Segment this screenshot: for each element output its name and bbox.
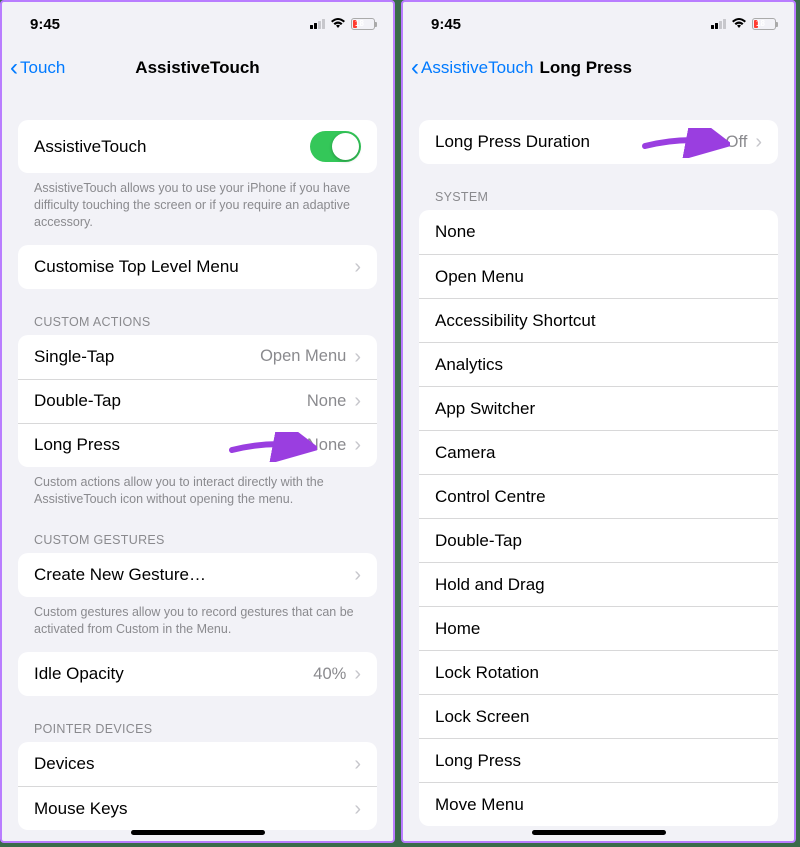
row-label: Lock Screen bbox=[435, 707, 762, 727]
row-label: Accessibility Shortcut bbox=[435, 311, 762, 331]
battery-icon: 18 bbox=[351, 18, 375, 30]
section-footer: Custom gestures allow you to record gest… bbox=[18, 597, 377, 638]
system-action-row[interactable]: Camera bbox=[419, 430, 778, 474]
settings-list: AssistiveTouch AssistiveTouch allows you… bbox=[2, 90, 393, 831]
single-tap-row[interactable]: Single-Tap Open Menu › bbox=[18, 335, 377, 379]
cellular-signal-icon bbox=[310, 19, 325, 29]
back-button[interactable]: ‹ AssistiveTouch bbox=[411, 58, 533, 78]
nav-bar: ‹ Touch AssistiveTouch bbox=[2, 46, 393, 90]
system-action-row[interactable]: Control Centre bbox=[419, 474, 778, 518]
row-label: Hold and Drag bbox=[435, 575, 762, 595]
long-press-row[interactable]: Long Press None › bbox=[18, 423, 377, 467]
system-action-row[interactable]: Move Menu bbox=[419, 782, 778, 826]
clock: 9:45 bbox=[431, 16, 461, 33]
devices-row[interactable]: Devices › bbox=[18, 742, 377, 786]
battery-icon: 18 bbox=[752, 18, 776, 30]
row-label: Idle Opacity bbox=[34, 664, 313, 684]
back-label: AssistiveTouch bbox=[421, 58, 533, 78]
row-label: Double-Tap bbox=[435, 531, 762, 551]
section-header: SYSTEM bbox=[419, 184, 778, 210]
row-value: 40% bbox=[313, 665, 346, 684]
system-actions-list: None Open Menu Accessibility Shortcut Analy… bbox=[419, 210, 778, 826]
row-label: AssistiveTouch bbox=[34, 137, 310, 157]
section-footer: Custom actions allow you to interact dir… bbox=[18, 467, 377, 508]
row-label: Long Press bbox=[34, 435, 307, 455]
idle-opacity-row[interactable]: Idle Opacity 40% › bbox=[18, 652, 377, 696]
wifi-icon bbox=[731, 16, 747, 32]
double-tap-row[interactable]: Double-Tap None › bbox=[18, 379, 377, 423]
row-label: Single-Tap bbox=[34, 347, 260, 367]
customise-top-level-menu-row[interactable]: Customise Top Level Menu › bbox=[18, 245, 377, 289]
clock: 9:45 bbox=[30, 16, 60, 33]
row-label: Open Menu bbox=[435, 267, 762, 287]
assistivetouch-toggle-row[interactable]: AssistiveTouch bbox=[18, 120, 377, 173]
back-label: Touch bbox=[20, 58, 65, 78]
section-header: POINTER DEVICES bbox=[18, 716, 377, 742]
section-footer: AssistiveTouch allows you to use your iP… bbox=[18, 173, 377, 231]
system-action-row[interactable]: Lock Rotation bbox=[419, 650, 778, 694]
nav-bar: ‹ AssistiveTouch Long Press bbox=[403, 46, 794, 90]
status-icons: 18 bbox=[711, 16, 776, 32]
system-action-row[interactable]: Accessibility Shortcut bbox=[419, 298, 778, 342]
row-value: Off bbox=[726, 133, 748, 152]
switch-on[interactable] bbox=[310, 131, 361, 162]
section-header: CUSTOM GESTURES bbox=[18, 527, 377, 553]
row-label: Mouse Keys bbox=[34, 799, 354, 819]
row-value: None bbox=[307, 392, 346, 411]
section-header: CUSTOM ACTIONS bbox=[18, 309, 377, 335]
system-action-row[interactable]: Open Menu bbox=[419, 254, 778, 298]
long-press-settings-screen: 9:45 18 ‹ AssistiveTouch Long Press Long… bbox=[401, 0, 796, 843]
row-label: Camera bbox=[435, 443, 762, 463]
back-button[interactable]: ‹ Touch bbox=[10, 58, 65, 78]
row-label: None bbox=[435, 222, 762, 242]
system-action-row[interactable]: Lock Screen bbox=[419, 694, 778, 738]
create-new-gesture-row[interactable]: Create New Gesture… › bbox=[18, 553, 377, 597]
status-icons: 18 bbox=[310, 16, 375, 32]
page-title: Long Press bbox=[539, 58, 632, 78]
wifi-icon bbox=[330, 16, 346, 32]
row-label: Lock Rotation bbox=[435, 663, 762, 683]
row-label: Customise Top Level Menu bbox=[34, 257, 354, 277]
cellular-signal-icon bbox=[711, 19, 726, 29]
row-label: Double-Tap bbox=[34, 391, 307, 411]
status-bar: 9:45 18 bbox=[2, 2, 393, 46]
row-label: Control Centre bbox=[435, 487, 762, 507]
system-action-row[interactable]: Hold and Drag bbox=[419, 562, 778, 606]
home-indicator[interactable] bbox=[131, 830, 265, 835]
mouse-keys-row[interactable]: Mouse Keys › bbox=[18, 786, 377, 830]
settings-list: Long Press Duration Off › SYSTEM None Ope… bbox=[403, 90, 794, 831]
system-action-row[interactable]: Long Press bbox=[419, 738, 778, 782]
row-label: App Switcher bbox=[435, 399, 762, 419]
row-label: Long Press bbox=[435, 751, 762, 771]
row-value: None bbox=[307, 436, 346, 455]
row-label: Long Press Duration bbox=[435, 132, 726, 152]
long-press-duration-row[interactable]: Long Press Duration Off › bbox=[419, 120, 778, 164]
row-label: Devices bbox=[34, 754, 354, 774]
row-value: Open Menu bbox=[260, 347, 346, 366]
row-label: Home bbox=[435, 619, 762, 639]
row-label: Analytics bbox=[435, 355, 762, 375]
system-action-row[interactable]: Double-Tap bbox=[419, 518, 778, 562]
home-indicator[interactable] bbox=[532, 830, 666, 835]
status-bar: 9:45 18 bbox=[403, 2, 794, 46]
system-action-row[interactable]: Home bbox=[419, 606, 778, 650]
assistivetouch-settings-screen: 9:45 18 ‹ Touch AssistiveTouch Assistive… bbox=[0, 0, 395, 843]
system-action-row[interactable]: App Switcher bbox=[419, 386, 778, 430]
system-action-row[interactable]: None bbox=[419, 210, 778, 254]
row-label: Create New Gesture… bbox=[34, 565, 354, 585]
system-action-row[interactable]: Analytics bbox=[419, 342, 778, 386]
row-label: Move Menu bbox=[435, 795, 762, 815]
